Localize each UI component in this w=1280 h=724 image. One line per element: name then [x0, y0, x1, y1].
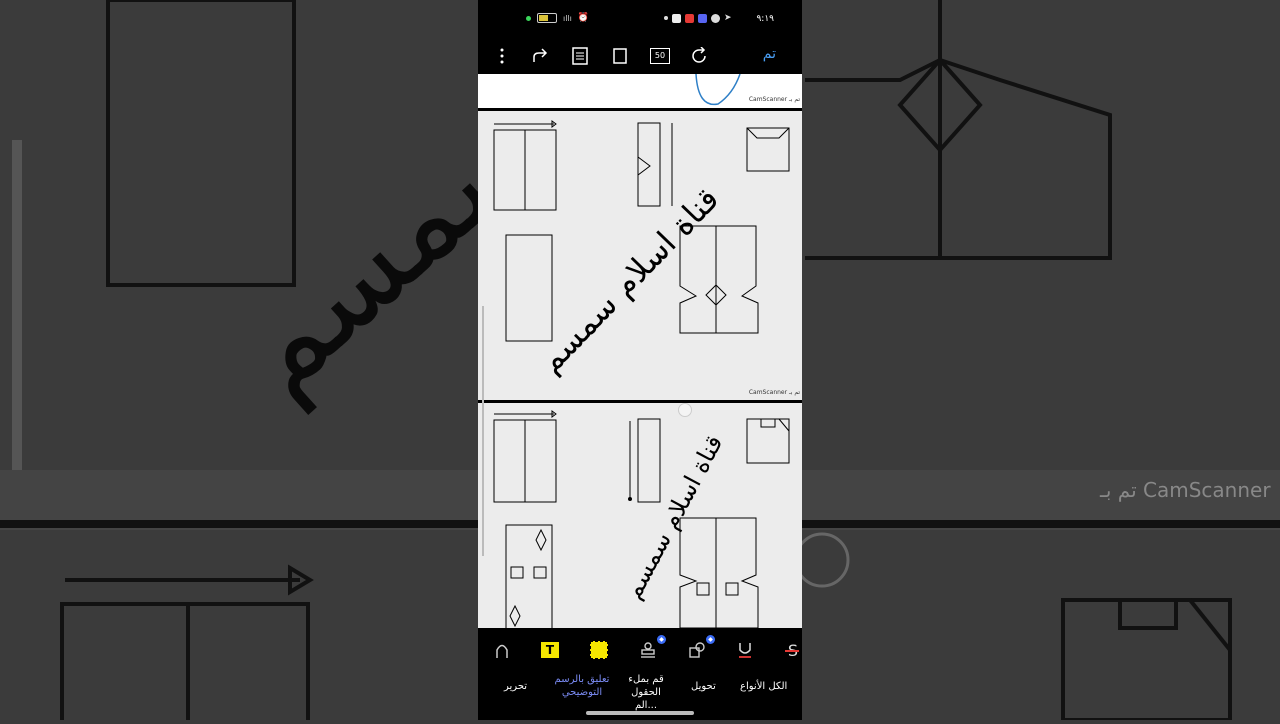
page-2: قناة اسلام سمسم — [478, 403, 802, 628]
dot-icon — [526, 15, 531, 21]
stamp-icon[interactable]: ◆ — [636, 635, 666, 662]
tool-label-convert[interactable]: تحويل — [691, 680, 716, 693]
tool-label-annotate-drawing[interactable]: تعليق بالرسم التوضيحي — [554, 673, 610, 699]
highlight-icon[interactable] — [587, 638, 611, 662]
background-watermark: CamScanner تم بـ — [1100, 478, 1271, 502]
crop-icon[interactable] — [608, 44, 632, 68]
pen-icon[interactable] — [490, 638, 514, 662]
home-indicator[interactable] — [586, 711, 694, 715]
underline-icon[interactable] — [733, 638, 757, 662]
document-viewer[interactable]: CamScanner تم بـ قناة اسلام سمسم CamScan… — [478, 74, 802, 628]
tool-label-row: الكل الأنواع تحويل قم بملء الحقول الم...… — [478, 672, 802, 711]
text-highlight-icon[interactable]: T — [538, 638, 562, 662]
youtube-icon — [672, 13, 681, 23]
tool-label-all-types[interactable]: الكل الأنواع — [740, 680, 787, 693]
top-toolbar: 50 تم — [478, 36, 802, 74]
new-badge: ◆ — [657, 635, 666, 644]
done-button[interactable]: تم — [763, 46, 776, 62]
telegram-icon: ➤ — [724, 13, 732, 23]
tool-icon-row: T ◆ ◆ S — [478, 635, 802, 664]
tool-label-edit[interactable]: تحرير — [504, 680, 527, 693]
dot-icon — [664, 16, 668, 20]
strikethrough-icon[interactable]: S — [781, 638, 802, 662]
page-list-icon[interactable] — [568, 44, 592, 68]
previous-page: CamScanner تم بـ — [478, 74, 802, 108]
scrollbar[interactable] — [482, 306, 484, 556]
youtube-red-icon — [685, 13, 694, 23]
watermark-1: CamScanner تم بـ — [748, 96, 800, 103]
signal-icon: ıllı — [563, 13, 572, 23]
share-icon[interactable] — [529, 44, 553, 68]
status-bar: ıllı ⏰ ➤ ٩:١٩ — [478, 0, 802, 40]
rotate-icon[interactable] — [687, 44, 711, 68]
new-badge: ◆ — [706, 635, 715, 644]
status-time: ٩:١٩ — [756, 14, 774, 24]
scroll-handle-icon[interactable] — [678, 403, 692, 417]
page-1: قناة اسلام سمسم CamScanner تم بـ — [478, 111, 802, 400]
status-icons-right: ➤ — [664, 13, 732, 23]
zoom-badge-icon[interactable]: 50 — [648, 44, 672, 68]
bottom-toolbar: T ◆ ◆ S الكل الأنواع تحويل — [478, 628, 802, 720]
more-icon[interactable] — [490, 44, 514, 68]
tool-label-fill-fields[interactable]: قم بملء الحقول الم... — [620, 673, 672, 712]
app-icon — [698, 13, 707, 23]
watermark-2: CamScanner تم بـ — [748, 389, 800, 396]
alarm-icon: ⏰ — [577, 13, 590, 23]
zoom-badge: 50 — [650, 48, 670, 64]
shapes-icon[interactable]: ◆ — [685, 635, 715, 662]
messenger-icon — [711, 13, 720, 23]
phone-screen: ıllı ⏰ ➤ ٩:١٩ 50 تم CamScanner تم بـ قنا… — [478, 0, 802, 720]
battery-icon — [537, 13, 557, 23]
status-icons-left: ıllı ⏰ — [526, 13, 589, 23]
